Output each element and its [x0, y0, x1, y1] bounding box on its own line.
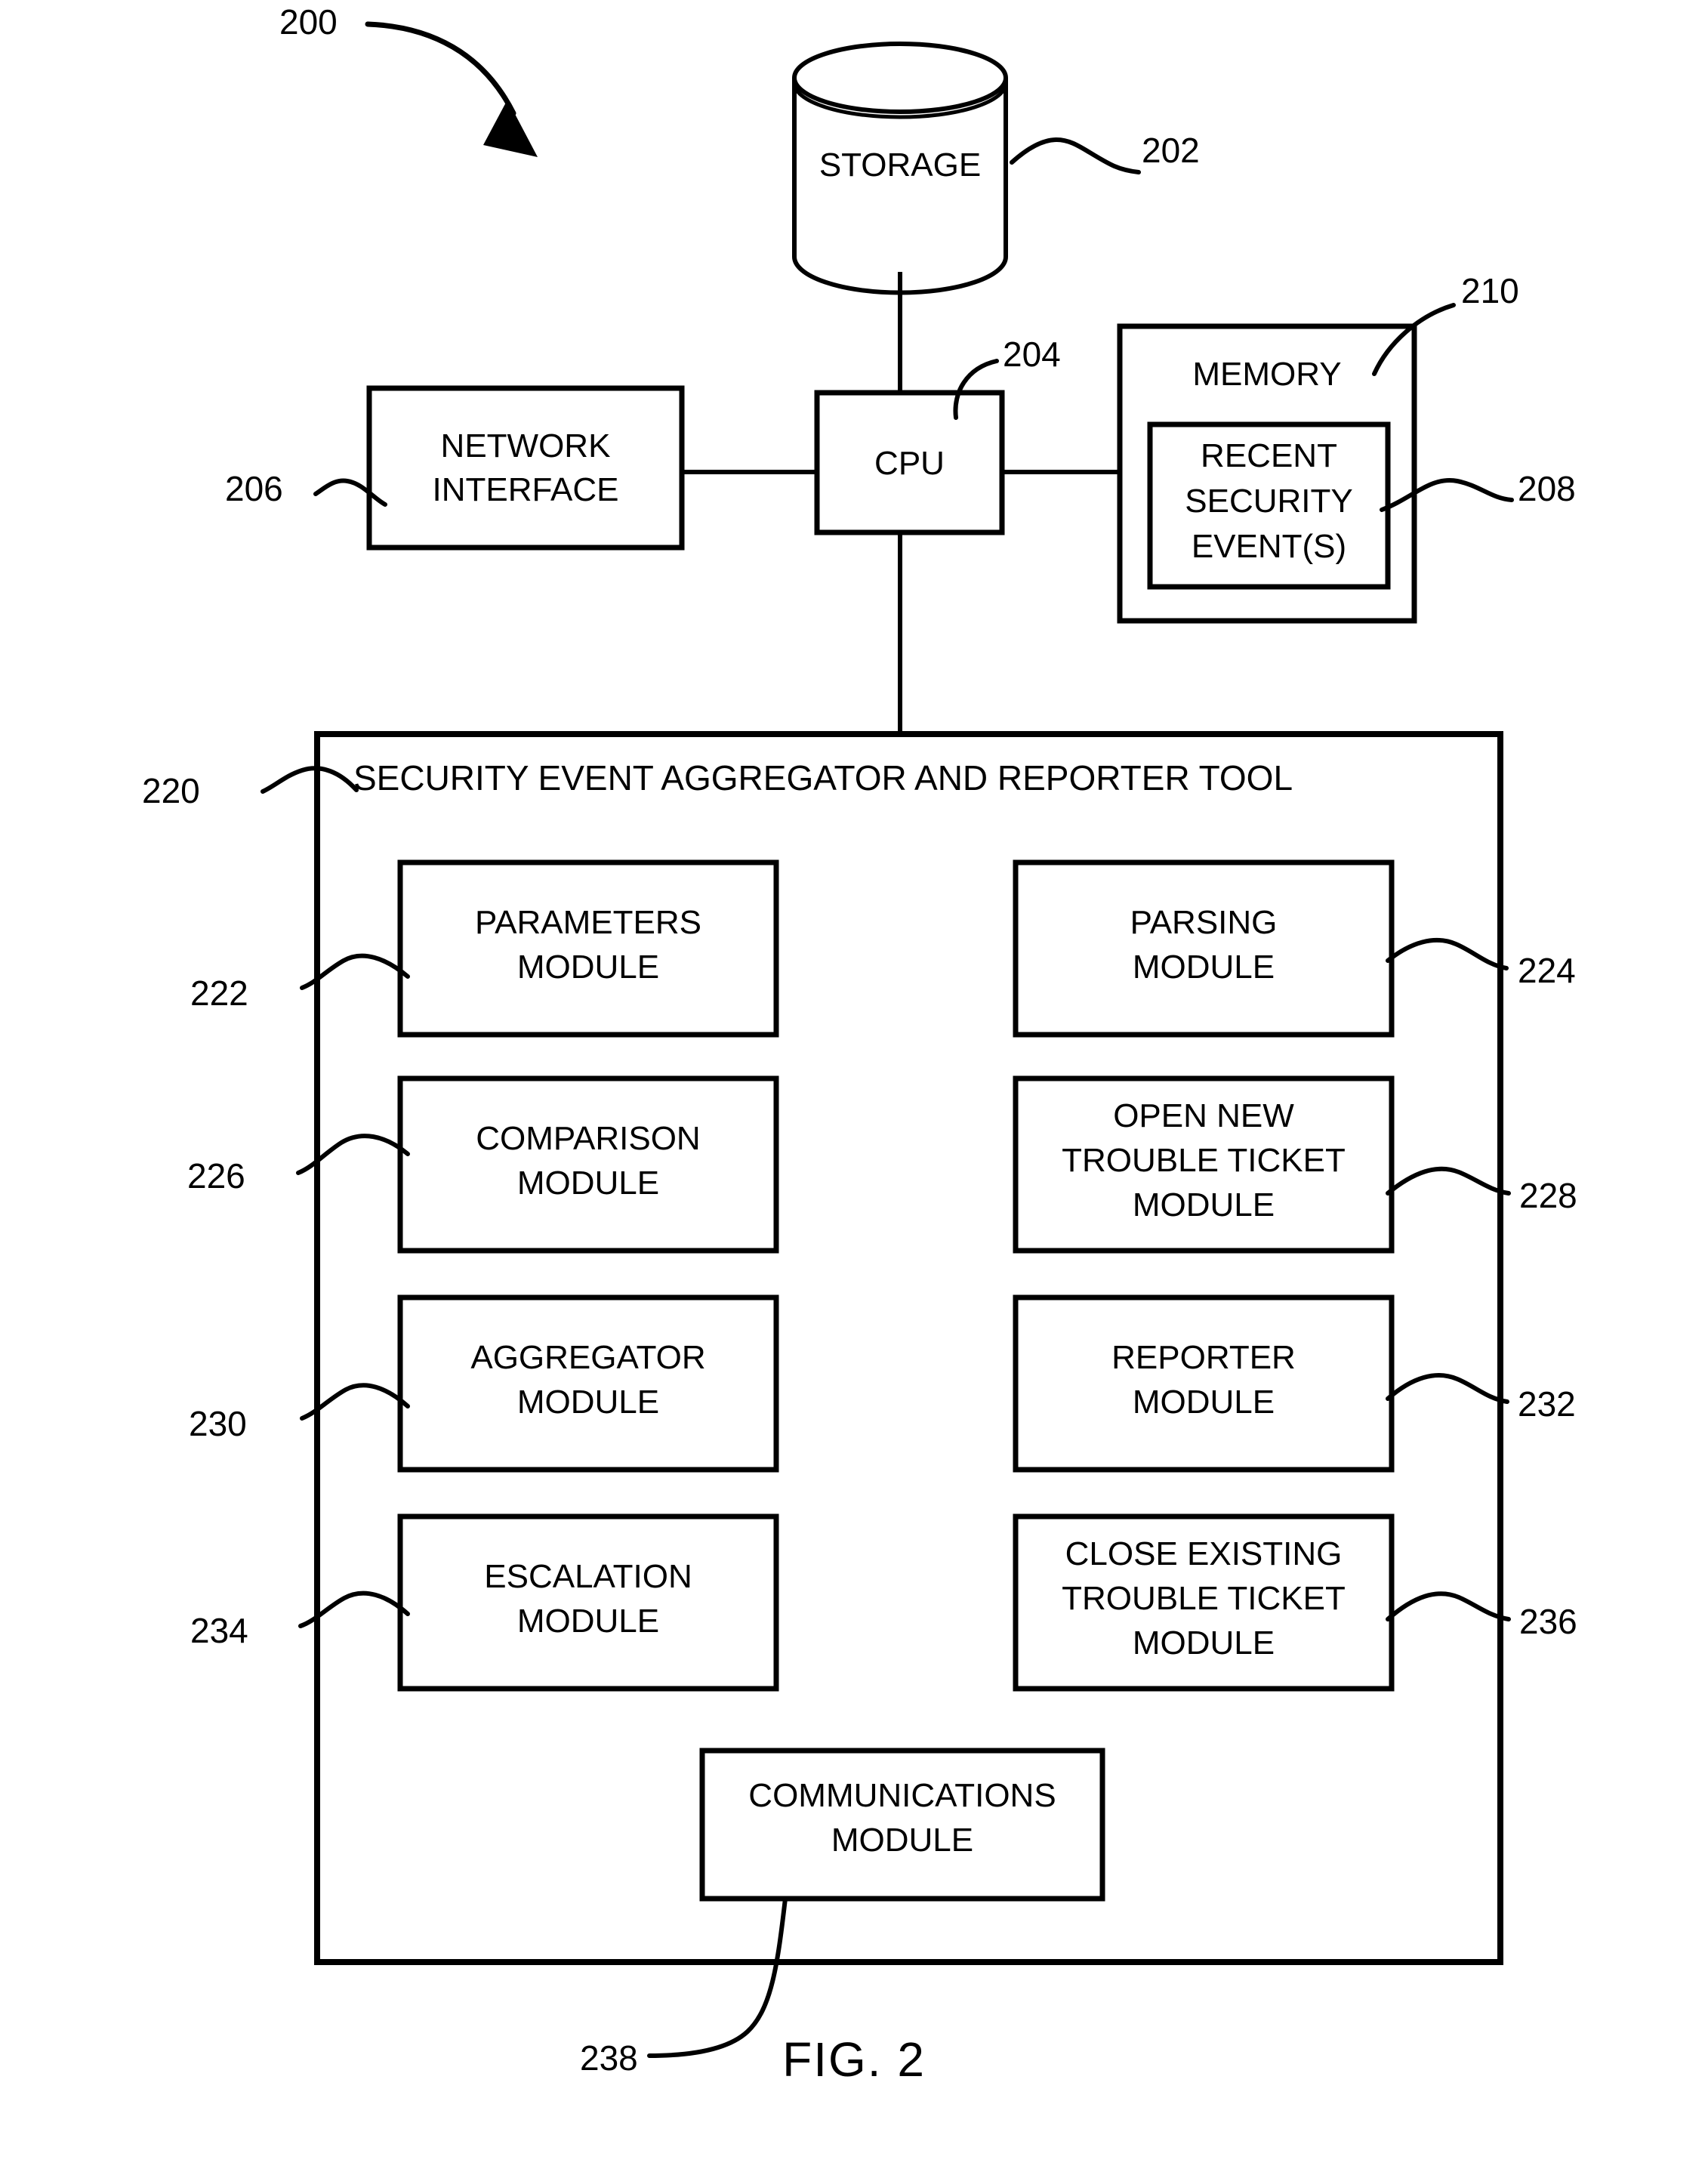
patent-figure: 200 STORAGE 202 CPU 204 NETWORK INTERFAC…	[0, 0, 1708, 2169]
recent-security-events-line3: EVENT(S)	[1191, 528, 1347, 565]
ref-228: 228	[1519, 1176, 1577, 1215]
network-interface-label-line1: NETWORK	[440, 427, 611, 464]
open-new-trouble-ticket-leader-line	[1386, 1166, 1511, 1196]
open-new-trouble-ticket-line1: OPEN NEW	[1113, 1097, 1294, 1134]
network-interface-label-line2: INTERFACE	[432, 471, 619, 508]
parsing-module-line1: PARSING	[1130, 904, 1278, 941]
ref-226: 226	[187, 1156, 245, 1196]
open-new-trouble-ticket-line3: MODULE	[1132, 1186, 1275, 1223]
communications-module-line2: MODULE	[831, 1822, 974, 1859]
escalation-module-line2: MODULE	[516, 1603, 660, 1640]
reporter-leader-line	[1386, 1373, 1509, 1404]
tool-title: SECURITY EVENT AGGREGATOR AND REPORTER T…	[353, 758, 1293, 798]
close-existing-trouble-ticket-line3: MODULE	[1132, 1624, 1275, 1661]
ref-230: 230	[189, 1404, 247, 1443]
communications-module-line1: COMMUNICATIONS	[748, 1777, 1056, 1814]
ref-234: 234	[190, 1611, 248, 1650]
close-existing-trouble-ticket-line2: TROUBLE TICKET	[1062, 1580, 1346, 1617]
escalation-module-line1: ESCALATION	[484, 1558, 692, 1595]
parsing-module-line2: MODULE	[1132, 949, 1275, 986]
parsing-leader-line	[1386, 937, 1509, 970]
open-new-trouble-ticket-line2: TROUBLE TICKET	[1062, 1142, 1346, 1179]
ref-210: 210	[1461, 271, 1519, 310]
aggregator-module-line2: MODULE	[516, 1384, 660, 1421]
ref-202: 202	[1142, 131, 1200, 170]
recent-security-events-line2: SECURITY	[1185, 483, 1353, 520]
ref-220: 220	[142, 771, 200, 810]
recent-security-events-line1: RECENT	[1201, 437, 1337, 474]
ref-232: 232	[1518, 1384, 1576, 1424]
close-existing-trouble-ticket-leader-line	[1386, 1591, 1511, 1621]
ref-222: 222	[190, 973, 248, 1013]
storage-leader-line	[1010, 137, 1141, 174]
network-interface-box	[366, 385, 685, 551]
parameters-module-line1: PARAMETERS	[475, 904, 701, 941]
ref-224: 224	[1518, 951, 1576, 990]
reporter-module-line1: REPORTER	[1111, 1339, 1296, 1376]
ref-238: 238	[580, 2038, 638, 2078]
tool-leader-line	[261, 766, 359, 794]
ref-236: 236	[1519, 1602, 1577, 1641]
ref-204: 204	[1003, 335, 1061, 374]
aggregator-module-line1: AGGREGATOR	[470, 1339, 706, 1376]
figure-caption: FIG. 2	[782, 2032, 926, 2087]
memory-label: MEMORY	[1192, 356, 1342, 393]
reporter-module-line2: MODULE	[1132, 1384, 1275, 1421]
ref-200: 200	[279, 2, 338, 42]
parameters-module-line2: MODULE	[516, 949, 660, 986]
comparison-module-line1: COMPARISON	[476, 1120, 701, 1157]
storage-label: STORAGE	[819, 147, 982, 184]
ref-208: 208	[1518, 469, 1576, 508]
comparison-module-line2: MODULE	[516, 1165, 660, 1202]
close-existing-trouble-ticket-line1: CLOSE EXISTING	[1065, 1535, 1343, 1572]
ref-206: 206	[225, 469, 283, 508]
cpu-label: CPU	[874, 445, 945, 482]
system-leader-arrow	[365, 21, 538, 157]
